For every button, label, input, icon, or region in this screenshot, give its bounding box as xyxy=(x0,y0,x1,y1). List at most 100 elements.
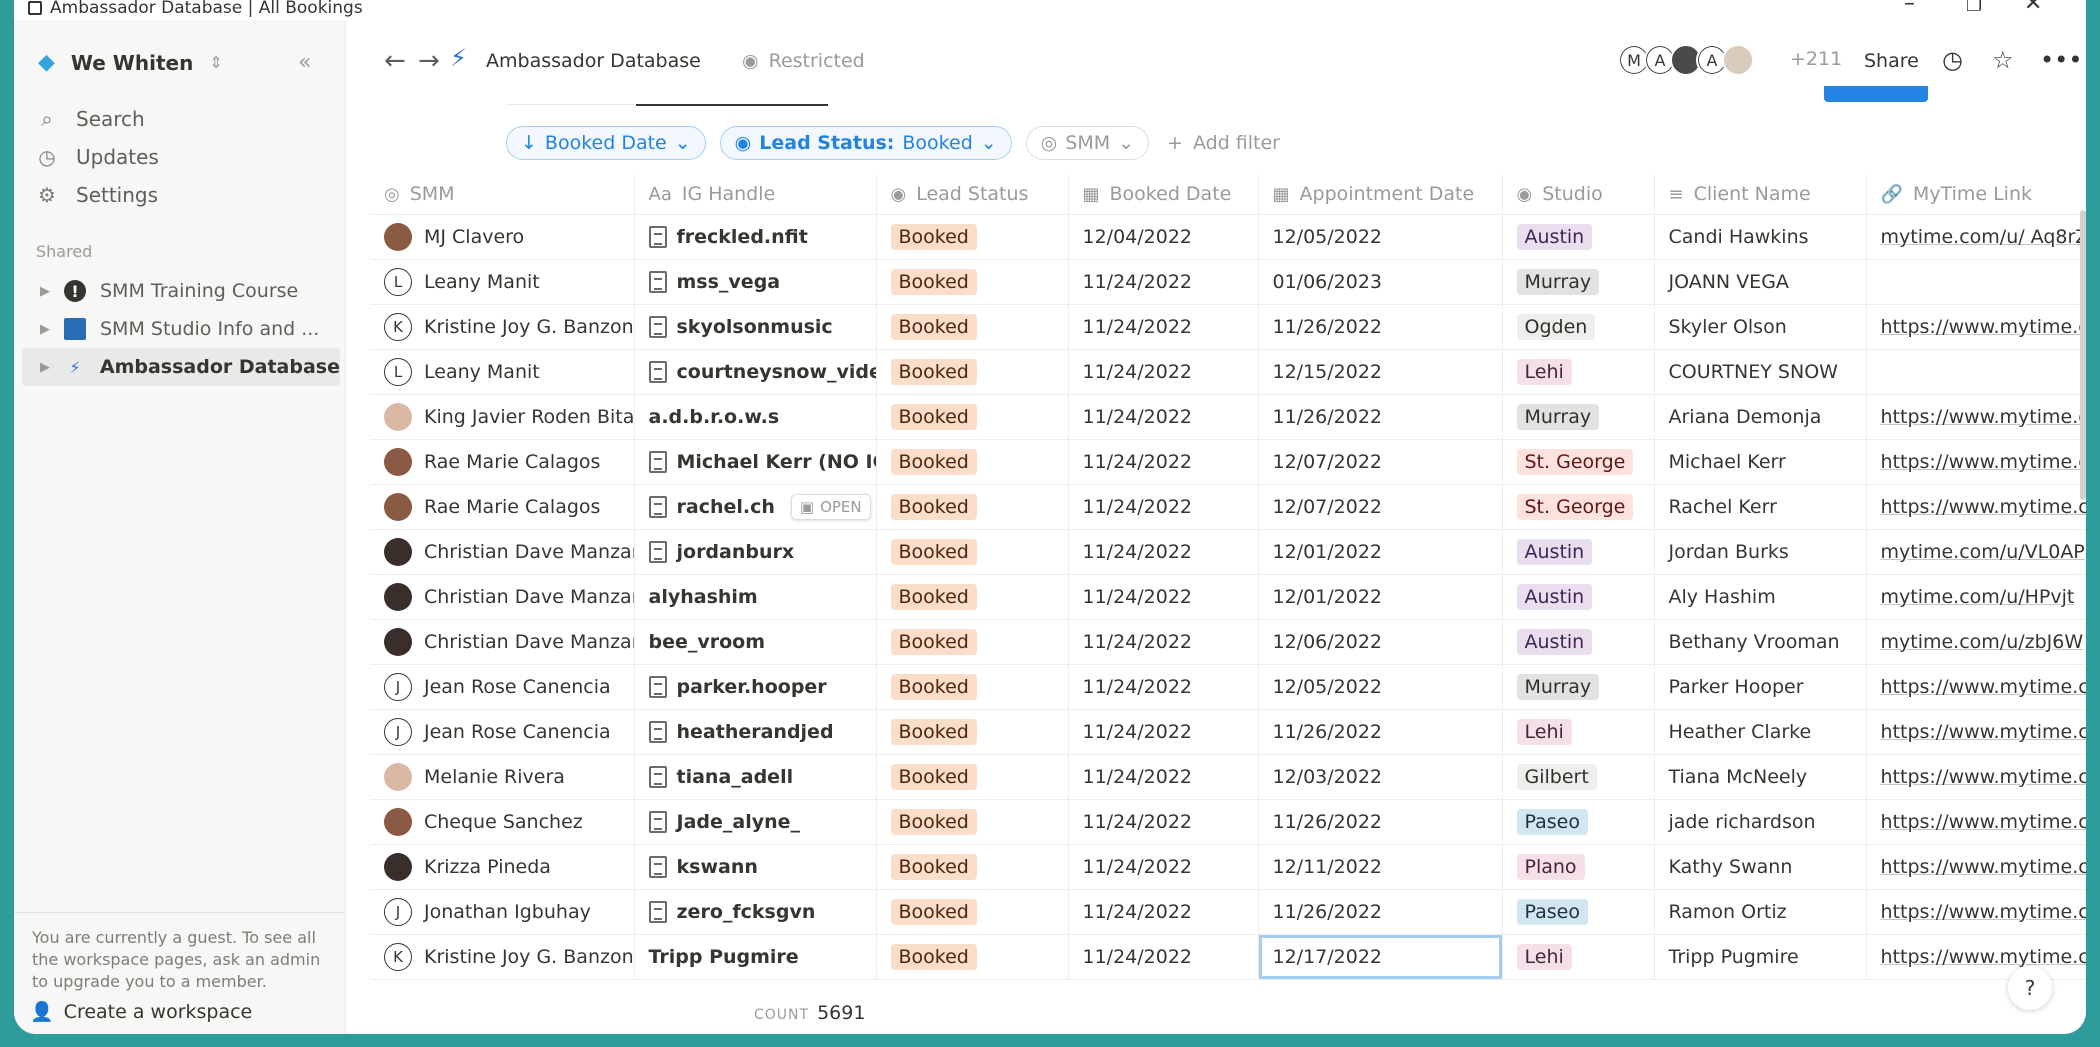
workspace-switcher[interactable]: ◆ We Whiten ⇕ xyxy=(38,50,223,75)
mytime-link[interactable]: https://www.mytime.c xyxy=(1881,451,2087,473)
studio-cell[interactable]: Murray xyxy=(1502,259,1655,305)
ig-handle-cell[interactable]: freckled.nfit xyxy=(634,214,877,260)
booked-date-cell[interactable]: 11/24/2022 xyxy=(1068,619,1259,665)
smm-cell[interactable]: L Leany Manit xyxy=(370,259,635,305)
smm-cell[interactable]: K Kristine Joy G. Banzon xyxy=(370,934,635,980)
sidebar-item-settings[interactable]: ⚙ Settings xyxy=(36,176,159,214)
history-clock-icon[interactable]: ◷ xyxy=(1942,46,1963,74)
mytime-link-cell[interactable]: https://www.mytime.c xyxy=(1866,439,2087,485)
mytime-link[interactable]: mytime.com/u/ Aq8rZ xyxy=(1881,226,2087,248)
lead-status-cell[interactable]: Booked xyxy=(876,439,1069,485)
help-button[interactable]: ? xyxy=(2008,966,2052,1010)
studio-cell[interactable]: Murray xyxy=(1502,394,1655,440)
sidebar-item-updates[interactable]: ◷ Updates xyxy=(36,138,159,176)
smm-cell[interactable]: King Javier Roden Bitar xyxy=(370,394,635,440)
table-row[interactable]: Christian Dave Manzano alyhashim Booked 11/… xyxy=(370,574,2086,620)
lead-status-cell[interactable]: Booked xyxy=(876,304,1069,350)
client-name-cell[interactable]: jade richardson xyxy=(1654,799,1867,845)
mytime-link-cell[interactable] xyxy=(1866,349,2086,395)
studio-cell[interactable]: Plano xyxy=(1502,844,1655,890)
table-row[interactable]: MJ Clavero freckled.nfit Booked 12/04/2022 1… xyxy=(370,214,2087,260)
studio-cell[interactable]: Lehi xyxy=(1502,934,1655,980)
studio-cell[interactable]: Paseo xyxy=(1502,889,1655,935)
lead-status-cell[interactable]: Booked xyxy=(876,709,1069,755)
booked-date-cell[interactable]: 11/24/2022 xyxy=(1068,799,1259,845)
ig-handle-cell[interactable]: bee_vroom xyxy=(634,619,877,665)
lead-status-cell[interactable]: Booked xyxy=(876,394,1069,440)
lead-status-cell[interactable]: Booked xyxy=(876,799,1069,845)
smm-cell[interactable]: L Leany Manit xyxy=(370,349,635,395)
appointment-date-cell[interactable]: 11/26/2022 xyxy=(1258,709,1503,755)
smm-cell[interactable]: Krizza Pineda xyxy=(370,844,635,890)
table-row[interactable]: Melanie Rivera tiana_adell Booked 11/24/202… xyxy=(370,754,2086,800)
studio-cell[interactable]: Murray xyxy=(1502,664,1655,710)
collapse-sidebar-icon[interactable]: « xyxy=(298,50,311,75)
ig-handle-cell[interactable]: parker.hooper xyxy=(634,664,877,710)
ig-handle-cell[interactable]: rachel.ch ▣ OPEN xyxy=(634,484,877,530)
star-icon[interactable]: ☆ xyxy=(1992,46,2014,74)
mytime-link[interactable]: https://www.mytime.c xyxy=(1881,316,2087,338)
ig-handle-cell[interactable]: tiana_adell xyxy=(634,754,877,800)
column-header[interactable]: ◉ Studio xyxy=(1502,174,1655,215)
booked-date-cell[interactable]: 11/24/2022 xyxy=(1068,709,1259,755)
ig-handle-cell[interactable]: courtneysnow_video xyxy=(634,349,877,395)
client-name-cell[interactable]: Tripp Pugmire xyxy=(1654,934,1867,980)
ig-handle-cell[interactable]: alyhashim xyxy=(634,574,877,620)
appointment-date-cell[interactable]: 12/05/2022 xyxy=(1258,664,1503,710)
studio-cell[interactable]: Gilbert xyxy=(1502,754,1655,800)
mytime-link-cell[interactable]: https://www.mytime.c xyxy=(1866,799,2086,845)
column-header[interactable]: ◎ SMM xyxy=(370,174,635,215)
expand-triangle-icon[interactable]: ▶ xyxy=(40,360,50,375)
appointment-date-cell[interactable]: 12/06/2022 xyxy=(1258,619,1503,665)
booked-date-cell[interactable]: 11/24/2022 xyxy=(1068,574,1259,620)
studio-cell[interactable]: Austin xyxy=(1502,529,1655,575)
appointment-date-cell[interactable]: 12/11/2022 xyxy=(1258,844,1503,890)
expand-triangle-icon[interactable]: ▶ xyxy=(40,284,50,299)
mytime-link[interactable]: https://www.mytime.c xyxy=(1881,901,2087,923)
studio-cell[interactable]: Lehi xyxy=(1502,709,1655,755)
booked-date-cell[interactable]: 12/04/2022 xyxy=(1068,214,1259,260)
table-row[interactable]: L Leany Manit mss_vega Booked 11/24/2022 01/0… xyxy=(370,259,2086,305)
appointment-date-cell[interactable]: 01/06/2023 xyxy=(1258,259,1503,305)
table-row[interactable]: Rae Marie Calagos rachel.ch ▣ OPEN Booked 11/… xyxy=(370,484,2086,530)
client-name-cell[interactable]: Aly Hashim xyxy=(1654,574,1867,620)
booked-date-cell[interactable]: 11/24/2022 xyxy=(1068,259,1259,305)
smm-cell[interactable]: Christian Dave Manzano xyxy=(370,619,635,665)
column-header[interactable]: Aa IG Handle xyxy=(634,174,877,215)
mytime-link-cell[interactable]: mytime.com/u/zbJ6W xyxy=(1866,619,2086,665)
mytime-link[interactable]: mytime.com/u/VL0AP xyxy=(1881,541,2085,563)
sidebar-page-smm-studio-info[interactable]: ▶ SMM Studio Info and ... xyxy=(22,310,340,348)
smm-cell[interactable]: Christian Dave Manzano xyxy=(370,529,635,575)
client-name-cell[interactable]: Parker Hooper xyxy=(1654,664,1867,710)
mytime-link-cell[interactable]: mytime.com/u/VL0AP xyxy=(1866,529,2086,575)
forward-arrow-icon[interactable]: → xyxy=(418,46,440,76)
close-icon[interactable]: ✕ xyxy=(2024,0,2042,15)
sidebar-page-ambassador-database[interactable]: ▶ ⚡ Ambassador Database xyxy=(22,348,340,386)
table-row[interactable]: J Jean Rose Canencia heatherandjed Booked 11… xyxy=(370,709,2086,755)
table-row[interactable]: Christian Dave Manzano bee_vroom Booked 11/… xyxy=(370,619,2086,665)
more-options-icon[interactable]: ••• xyxy=(2040,46,2082,74)
client-name-cell[interactable]: Skyler Olson xyxy=(1654,304,1867,350)
client-name-cell[interactable]: Heather Clarke xyxy=(1654,709,1867,755)
smm-cell[interactable]: Melanie Rivera xyxy=(370,754,635,800)
lead-status-cell[interactable]: Booked xyxy=(876,754,1069,800)
mytime-link[interactable]: mytime.com/u/HPvjt xyxy=(1881,586,2075,608)
lead-status-cell[interactable]: Booked xyxy=(876,574,1069,620)
minimize-icon[interactable]: – xyxy=(1904,0,1915,15)
appointment-date-cell[interactable]: 12/15/2022 xyxy=(1258,349,1503,395)
table-row[interactable]: King Javier Roden Bitar a.d.b.r.o.w.s Book… xyxy=(370,394,2086,440)
column-header[interactable]: 🔗 MyTime Link xyxy=(1866,174,2086,215)
studio-cell[interactable]: Austin xyxy=(1502,619,1655,665)
lead-status-cell[interactable]: Booked xyxy=(876,619,1069,665)
booked-date-cell[interactable]: 11/24/2022 xyxy=(1068,439,1259,485)
booked-date-cell[interactable]: 11/24/2022 xyxy=(1068,349,1259,395)
maximize-icon[interactable]: ❐ xyxy=(1966,0,1982,15)
booked-date-cell[interactable]: 11/24/2022 xyxy=(1068,844,1259,890)
table-row[interactable]: J Jean Rose Canencia parker.hooper Booked 11… xyxy=(370,664,2086,710)
table-row[interactable]: L Leany Manit courtneysnow_video Booked 11/2… xyxy=(370,349,2086,395)
ig-handle-cell[interactable]: Michael Kerr (NO IG xyxy=(634,439,877,485)
studio-cell[interactable]: Austin xyxy=(1502,574,1655,620)
smm-cell[interactable]: J Jonathan Igbuhay xyxy=(370,889,635,935)
appointment-date-cell[interactable]: 11/26/2022 xyxy=(1258,889,1503,935)
appointment-date-cell[interactable]: 12/17/2022 xyxy=(1258,934,1503,980)
